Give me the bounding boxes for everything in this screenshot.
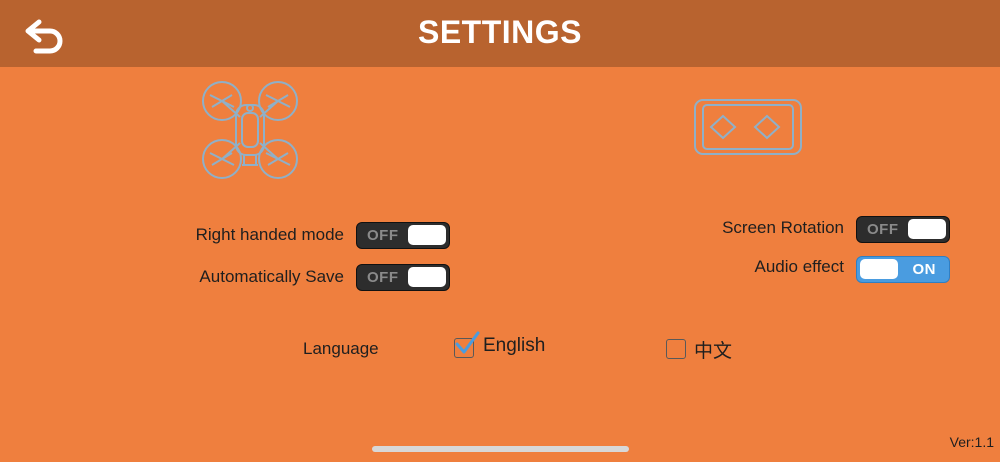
language-label: Language bbox=[303, 339, 379, 358]
toggle-knob bbox=[860, 259, 898, 279]
screen-rotation-label: Screen Rotation bbox=[722, 218, 844, 237]
audio-effect-label: Audio effect bbox=[754, 257, 844, 276]
version-label: Ver:1.1 bbox=[949, 434, 994, 450]
english-checkbox[interactable] bbox=[454, 331, 480, 358]
header-bar: SETTINGS bbox=[0, 0, 1000, 67]
chinese-checkbox[interactable] bbox=[666, 339, 686, 359]
toggle-knob bbox=[908, 219, 946, 239]
toggle-state-text: ON bbox=[912, 261, 936, 278]
checkmark-icon bbox=[455, 331, 480, 354]
english-option-label[interactable]: English bbox=[483, 335, 545, 357]
toggle-state-text: OFF bbox=[367, 227, 399, 244]
right-handed-mode-label: Right handed mode bbox=[195, 225, 344, 244]
screen-rotation-toggle[interactable]: OFF bbox=[856, 216, 950, 243]
controller-icon bbox=[693, 98, 803, 156]
automatically-save-toggle[interactable]: OFF bbox=[356, 264, 450, 291]
page-title: SETTINGS bbox=[417, 14, 582, 50]
drone-icon bbox=[198, 77, 302, 183]
toggle-state-text: OFF bbox=[867, 221, 899, 238]
toggle-state-text: OFF bbox=[367, 269, 399, 286]
right-handed-mode-toggle[interactable]: OFF bbox=[356, 222, 450, 249]
home-indicator[interactable] bbox=[372, 446, 629, 452]
chinese-option-label[interactable]: 中文 bbox=[694, 336, 732, 363]
automatically-save-label: Automatically Save bbox=[199, 267, 344, 286]
audio-effect-toggle[interactable]: ON bbox=[856, 256, 950, 283]
toggle-knob bbox=[408, 225, 446, 245]
toggle-knob bbox=[408, 267, 446, 287]
